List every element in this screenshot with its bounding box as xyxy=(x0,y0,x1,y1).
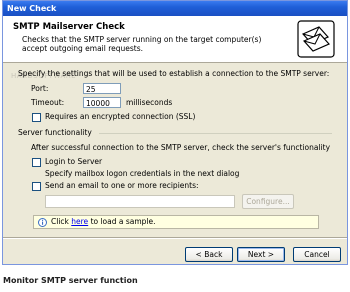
next-button[interactable]: Next > xyxy=(237,247,285,262)
window-title: New Check xyxy=(3,1,347,16)
send-email-checkbox[interactable] xyxy=(32,182,41,191)
port-label: Port: xyxy=(31,84,49,93)
login-checkbox[interactable] xyxy=(32,158,41,167)
wizard-header: SMTP Mailserver Check Checks that the SM… xyxy=(3,16,347,63)
info-bar: Click here to load a sample. xyxy=(33,215,319,229)
cancel-button[interactable]: Cancel xyxy=(293,247,341,262)
timeout-unit: milliseconds xyxy=(126,98,173,107)
recipients-field[interactable] xyxy=(45,195,235,208)
new-check-dialog: New Check SMTP Mailserver Check Checks t… xyxy=(2,0,348,265)
figure-caption: Monitor SMTP server function xyxy=(3,276,138,285)
timeout-label: Timeout: xyxy=(31,98,65,107)
info-icon xyxy=(38,218,47,227)
port-field[interactable]: 25 xyxy=(83,83,121,94)
header-title: SMTP Mailserver Check xyxy=(13,22,125,32)
login-label: Login to Server xyxy=(45,157,103,166)
ssl-checkbox[interactable] xyxy=(32,113,41,122)
mail-envelopes-icon xyxy=(297,20,335,58)
info-prefix: Click xyxy=(51,217,69,226)
group-divider xyxy=(99,133,332,134)
info-text: Click here to load a sample. xyxy=(51,217,156,227)
header-description: Checks that the SMTP server running on t… xyxy=(22,35,262,53)
server-functionality-label: Server functionality xyxy=(18,128,92,137)
ssl-label: Requires an encrypted connection (SSL) xyxy=(45,112,196,121)
timeout-field[interactable]: 10000 xyxy=(83,97,121,108)
send-email-label: Send an email to one or more recipients: xyxy=(45,181,199,190)
connection-intro: Specify the settings that will be used t… xyxy=(18,69,330,78)
load-sample-link[interactable]: here xyxy=(71,217,88,226)
functionality-intro: After successful connection to the SMTP … xyxy=(31,143,331,152)
back-button[interactable]: < Back xyxy=(185,247,233,262)
info-suffix: to load a sample. xyxy=(90,217,156,226)
footer-separator xyxy=(3,237,347,239)
configure-button[interactable]: Configure... xyxy=(242,194,294,209)
login-hint: Specify mailbox logon credentials in the… xyxy=(45,169,240,178)
